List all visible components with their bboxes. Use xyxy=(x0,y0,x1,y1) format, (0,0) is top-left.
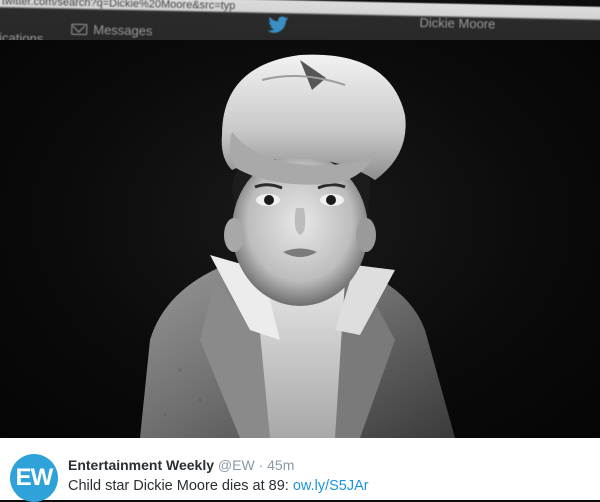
tweet-body: Child star Dickie Moore dies at 89: ow.l… xyxy=(68,478,369,494)
account-name[interactable]: Entertainment Weekly xyxy=(68,457,214,473)
twitter-bird-icon[interactable] xyxy=(267,16,289,34)
tweet-photo[interactable] xyxy=(0,40,600,438)
tweet-card[interactable]: EW Entertainment Weekly @EW · 45m Child … xyxy=(0,438,600,502)
envelope-icon xyxy=(71,23,88,36)
user-menu[interactable]: Dickie Moore xyxy=(419,15,495,32)
tweet-text: Child star Dickie Moore dies at 89: xyxy=(68,478,289,494)
tweet-timestamp[interactable]: 45m xyxy=(267,457,294,473)
avatar[interactable]: EW xyxy=(10,454,58,502)
messages-tab[interactable]: Messages xyxy=(71,22,153,39)
messages-label: Messages xyxy=(93,22,153,39)
url-bar[interactable]: twitter.com/search?q=Dickie%20Moore&src=… xyxy=(2,0,236,12)
account-handle[interactable]: @EW xyxy=(218,457,255,473)
tweet-link[interactable]: ow.ly/S5JAr xyxy=(293,478,369,494)
tweet-header: Entertainment Weekly @EW · 45m xyxy=(68,457,294,473)
child-portrait-image xyxy=(140,54,455,438)
separator: · xyxy=(258,457,264,473)
